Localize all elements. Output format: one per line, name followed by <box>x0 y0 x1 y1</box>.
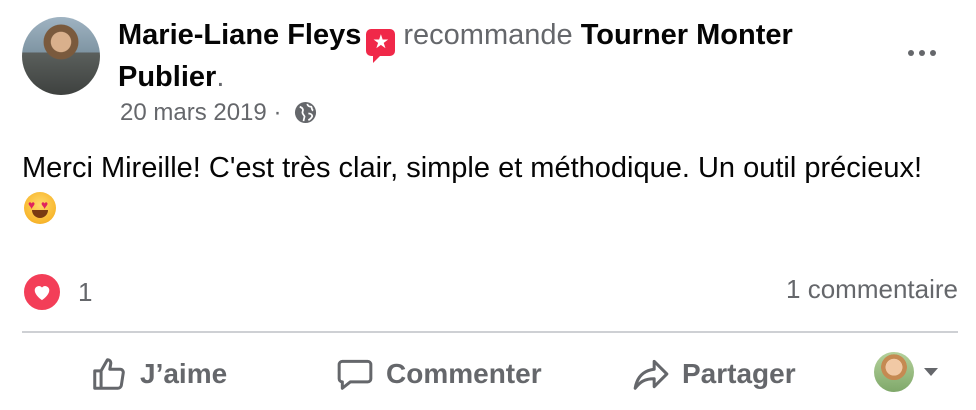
comment-label: Commenter <box>386 358 542 389</box>
recommends-label: recommande <box>403 19 573 51</box>
author-avatar[interactable] <box>22 17 100 95</box>
post-body: Merci Mireille! C'est très clair, simple… <box>22 147 942 231</box>
comment-bubble-icon <box>337 359 373 390</box>
current-user-avatar <box>874 352 914 392</box>
reaction-profile-switcher[interactable] <box>874 352 938 392</box>
author-name-link[interactable]: Marie-Liane Fleys <box>118 19 361 51</box>
post-date-link[interactable]: 20 mars 2019 <box>120 99 267 126</box>
post-actions-bar: J’aime Commenter Partager <box>22 344 958 404</box>
action-divider <box>22 331 958 333</box>
comments-count-link[interactable]: 1 commentaire <box>786 274 958 305</box>
header-punctuation: . <box>216 61 225 93</box>
comment-button[interactable]: Commenter <box>336 344 542 404</box>
reaction-count: 1 <box>78 276 93 307</box>
heart-reaction-icon <box>22 272 62 312</box>
recommend-star-icon: ★ <box>366 29 396 63</box>
more-dots-icon[interactable] <box>902 33 942 73</box>
post-header: Marie-Liane Fleys ★ recommande Tourner Mon… <box>118 14 878 98</box>
chevron-down-icon <box>924 368 938 376</box>
like-button[interactable]: J’aime <box>90 344 227 404</box>
like-label: J’aime <box>140 358 228 389</box>
globe-icon[interactable] <box>294 101 317 133</box>
share-button[interactable]: Partager <box>632 344 796 404</box>
heart-eyes-emoji-icon: ♥ ♥ <box>24 192 56 224</box>
post-meta: 20 mars 2019 · <box>120 97 317 133</box>
share-arrow-icon <box>633 359 669 390</box>
share-label: Partager <box>682 358 796 389</box>
thumbs-up-icon <box>93 358 125 390</box>
meta-separator: · <box>273 99 282 126</box>
reactions-summary[interactable]: 1 <box>22 272 92 312</box>
post-body-text: Merci Mireille! C'est très clair, simple… <box>22 152 923 184</box>
